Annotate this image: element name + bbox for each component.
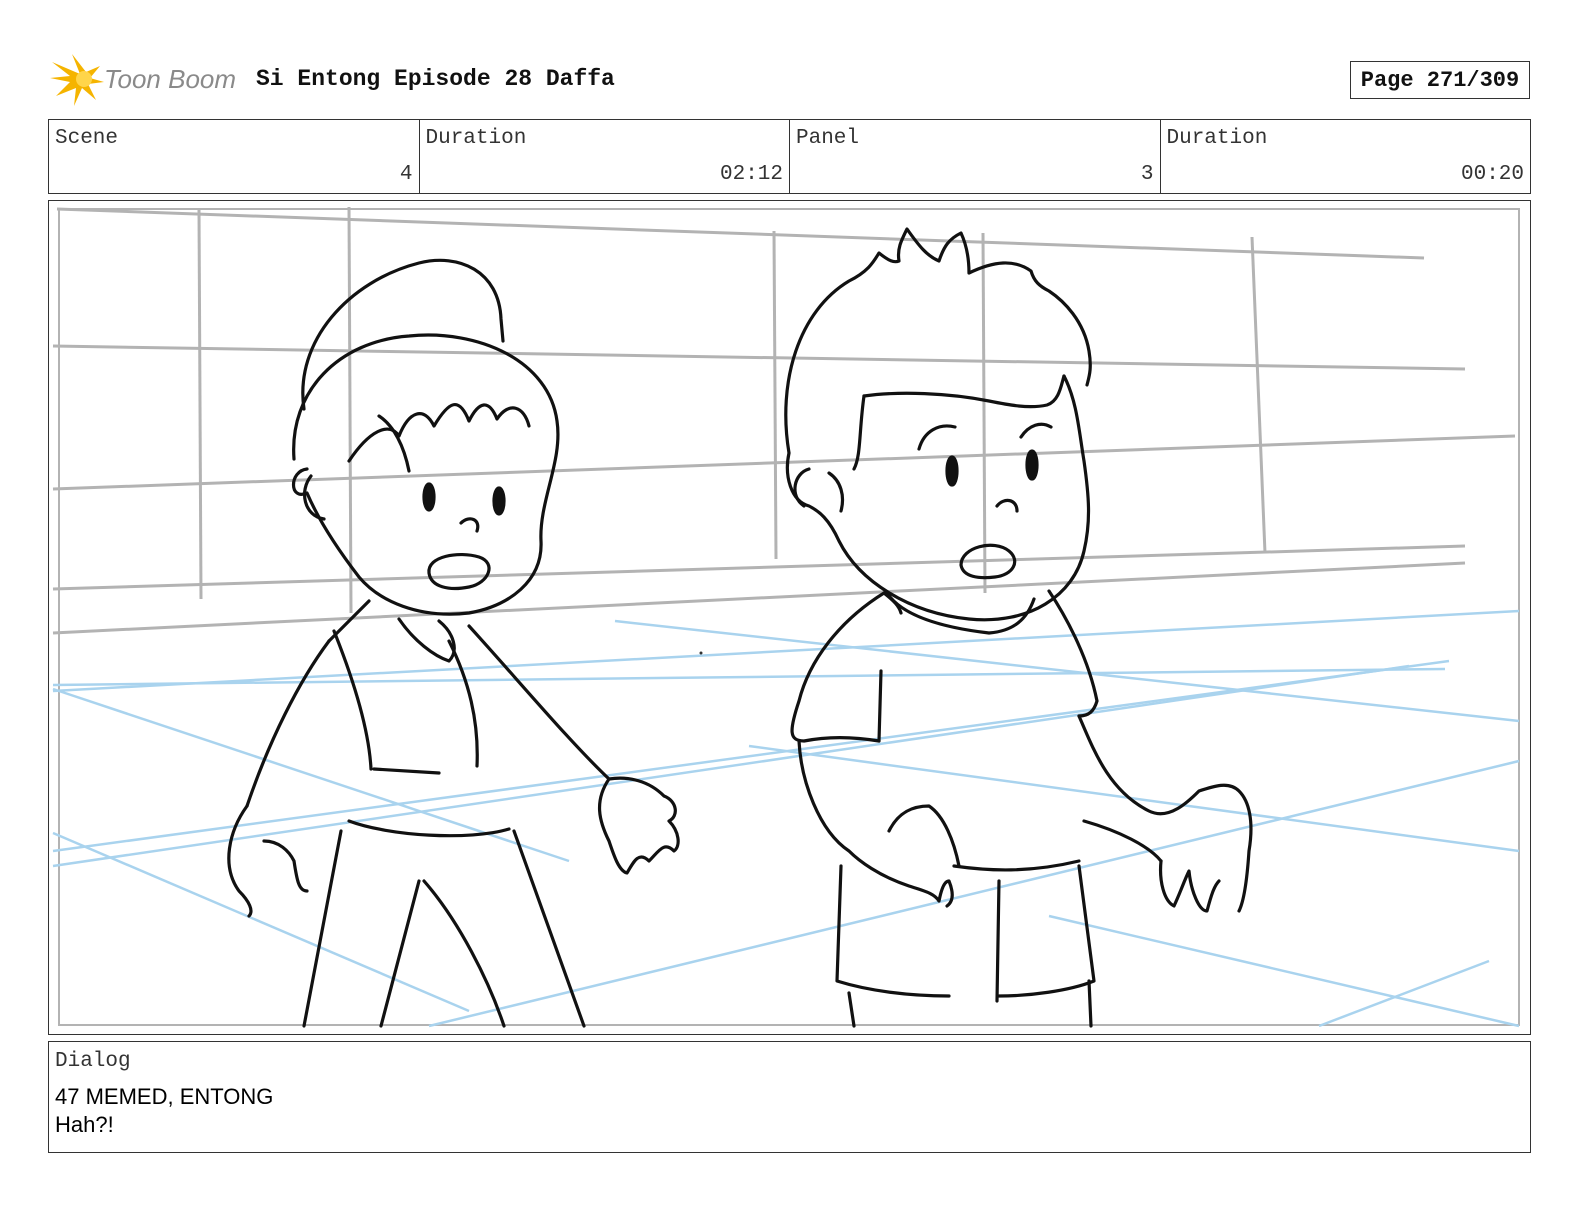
scene-info-table: Scene 4 Duration 02:12 Panel 3 Duration …: [48, 119, 1531, 194]
storyboard-panel: [48, 200, 1531, 1035]
scene-duration-value: 02:12: [719, 163, 783, 186]
character-left: [227, 258, 680, 1028]
panel-duration-value: 00:20: [1460, 163, 1524, 186]
starburst-icon: [50, 54, 104, 106]
storyboard-sketch: [52, 206, 1520, 1028]
document-title: Si Entong Episode 28 Daffa: [256, 66, 615, 92]
panel-value: 3: [1140, 163, 1154, 186]
panel-duration-label: Duration: [1166, 127, 1268, 150]
wall-grid: [52, 206, 1516, 635]
dialog-box: Dialog 47 MEMED, ENTONG Hah?!: [48, 1041, 1531, 1153]
panel-label: Panel: [796, 127, 860, 150]
scene-label: Scene: [55, 127, 119, 150]
scene-value: 4: [399, 163, 413, 186]
inner-frame: [58, 208, 1520, 1026]
scene-duration-cell: Duration 02:12: [420, 120, 790, 193]
scene-duration-label: Duration: [425, 127, 527, 150]
toon-boom-logo: Toon Boom: [50, 52, 240, 108]
page-indicator: Page 271/309: [1350, 61, 1530, 99]
dialog-label: Dialog: [55, 1050, 131, 1073]
scene-cell: Scene 4: [49, 120, 420, 193]
dialog-speaker: 47 MEMED, ENTONG: [55, 1084, 274, 1109]
floor-grid: [52, 609, 1520, 1028]
dialog-text: Hah?!: [55, 1112, 114, 1137]
logo-text: Toon Boom: [104, 64, 237, 94]
panel-duration-cell: Duration 00:20: [1161, 120, 1531, 193]
character-right: [784, 227, 1253, 1028]
panel-cell: Panel 3: [790, 120, 1161, 193]
